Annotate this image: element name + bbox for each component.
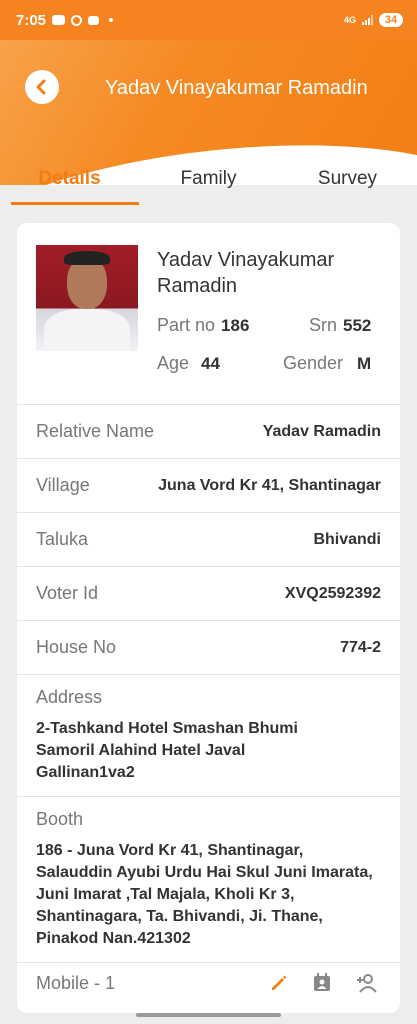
gender-value: M xyxy=(357,354,372,373)
part-no-label: Part no xyxy=(157,315,216,335)
whatsapp-icon xyxy=(71,14,83,26)
tab-survey[interactable]: Survey xyxy=(278,155,417,205)
detail-value: Yadav Ramadin xyxy=(262,422,381,440)
detail-row-village: Village Juna Vord Kr 41, Shantinagar xyxy=(17,459,400,513)
add-contact-icon[interactable] xyxy=(355,972,381,994)
status-time: 7:05 xyxy=(16,11,47,29)
back-arrow-icon xyxy=(36,79,46,95)
edit-pencil-icon[interactable] xyxy=(269,973,289,993)
age-label: Age xyxy=(157,353,190,373)
booth-label: Booth xyxy=(36,809,84,829)
srn: Srn 552 xyxy=(309,315,371,336)
detail-row-house-no: House No 774-2 xyxy=(17,621,400,675)
detail-label: Taluka xyxy=(36,529,89,549)
network-type: 4G xyxy=(343,15,356,25)
age-value: 44 xyxy=(201,354,220,373)
gender: Gender M xyxy=(283,353,371,374)
gender-label: Gender xyxy=(283,353,344,373)
back-button[interactable] xyxy=(25,70,59,104)
message-icon xyxy=(88,15,100,25)
detail-label: House No xyxy=(36,637,117,657)
page-title: Yadav Vinayakumar Ramadin xyxy=(105,77,368,99)
detail-label: Relative Name xyxy=(36,421,155,441)
detail-value: Juna Vord Kr 41, Shantinagar xyxy=(158,476,381,494)
tab-family[interactable]: Family xyxy=(139,155,278,205)
srn-label: Srn xyxy=(309,315,338,335)
tab-details[interactable]: Details xyxy=(0,155,139,205)
mobile-label: Mobile - 1 xyxy=(36,972,116,993)
address-block: Address 2-Tashkand Hotel Smashan Bhumi S… xyxy=(17,675,400,797)
voter-details-card: Yadav Vinayakumar Ramadin Part no 186 Srn… xyxy=(17,223,400,1013)
detail-row-voter-id: Voter Id XVQ2592392 xyxy=(17,567,400,621)
battery-indicator: 34 xyxy=(379,13,403,27)
address-value: 2-Tashkand Hotel Smashan Bhumi Samoril A… xyxy=(36,720,298,781)
detail-label: Village xyxy=(36,475,90,495)
mobile-row: Mobile - 1 xyxy=(17,963,400,1003)
detail-row-taluka: Taluka Bhivandi xyxy=(17,513,400,567)
detail-label: Voter Id xyxy=(36,583,99,603)
tab-bar: Details Family Survey xyxy=(0,155,417,205)
contact-card-icon[interactable] xyxy=(311,972,333,994)
voter-photo xyxy=(36,245,138,351)
srn-value: 552 xyxy=(343,316,372,335)
detail-row-relative-name: Relative Name Yadav Ramadin xyxy=(17,405,400,459)
home-indicator xyxy=(136,1013,281,1017)
detail-value: 774-2 xyxy=(340,638,381,656)
profile-section: Yadav Vinayakumar Ramadin Part no 186 Srn… xyxy=(17,223,400,405)
youtube-icon xyxy=(52,15,66,25)
detail-value: Bhivandi xyxy=(313,530,381,548)
notification-dot-icon xyxy=(109,18,114,22)
detail-value: XVQ2592392 xyxy=(284,584,381,602)
status-bar: 7:05 4G 34 xyxy=(0,0,417,40)
part-no: Part no 186 xyxy=(157,315,249,336)
age: Age 44 xyxy=(157,353,220,374)
address-label: Address xyxy=(36,687,103,707)
booth-value: 186 - Juna Vord Kr 41, Shantinagar, Sala… xyxy=(36,842,373,947)
part-no-value: 186 xyxy=(221,316,250,335)
booth-block: Booth 186 - Juna Vord Kr 41, Shantinagar… xyxy=(17,797,400,963)
signal-icon xyxy=(362,15,373,25)
voter-name: Yadav Vinayakumar Ramadin xyxy=(157,249,335,297)
